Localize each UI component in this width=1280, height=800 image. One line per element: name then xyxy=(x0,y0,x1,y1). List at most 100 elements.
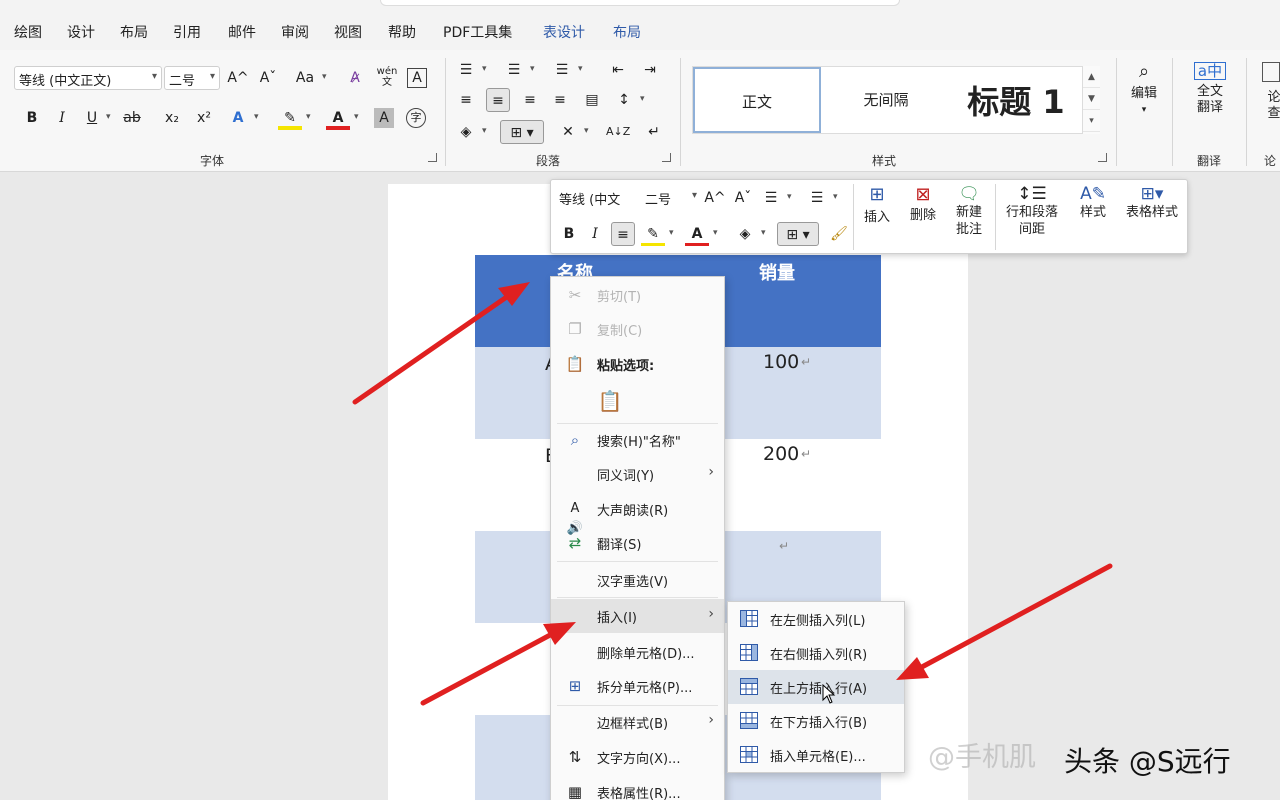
mini-insert-button[interactable]: ⊞ 插入 xyxy=(857,186,897,226)
decrease-indent-icon[interactable]: ⇤ xyxy=(606,58,630,82)
italic-button[interactable]: I xyxy=(583,222,607,246)
format-painter-icon[interactable]: 🖌 xyxy=(827,222,851,246)
chevron-down-icon[interactable]: ▾ xyxy=(787,192,792,202)
font-size-combo[interactable]: 二号 ▾ xyxy=(164,66,220,90)
menu-item-copy[interactable]: ❐ 复制(C) xyxy=(551,312,724,346)
tab-pdf-tools[interactable]: PDF工具集 xyxy=(443,22,512,42)
edit-button[interactable]: ⌕ 编辑 ▾ xyxy=(1124,63,1164,118)
submenu-item-insert-col-right[interactable]: 在右侧插入列(R) xyxy=(728,636,904,670)
chevron-down-icon[interactable]: ▾ xyxy=(530,64,535,74)
mini-new-comment-button[interactable]: 🗨 新建 批注 xyxy=(949,186,989,238)
chevron-down-icon[interactable]: ▾ xyxy=(713,228,718,238)
chevron-down-icon[interactable]: ▾ xyxy=(482,126,487,136)
menu-item-split-cells[interactable]: ⊞ 拆分单元格(P)... xyxy=(551,669,724,703)
font-color-icon[interactable]: A xyxy=(326,106,350,130)
chevron-down-icon[interactable]: ▾ xyxy=(482,64,487,74)
thesis-button[interactable]: 论 查 xyxy=(1262,62,1280,122)
menu-item-border-styles[interactable]: 边框样式(B) › xyxy=(551,705,724,739)
submenu-item-insert-col-left[interactable]: 在左侧插入列(L) xyxy=(728,602,904,636)
bullets-icon[interactable]: ☰ xyxy=(759,186,783,210)
chevron-down-icon[interactable]: ▾ xyxy=(640,94,645,104)
style-no-spacing[interactable]: 无间隔 xyxy=(821,67,951,133)
align-center-icon[interactable]: ≡ xyxy=(486,88,510,112)
tab-help[interactable]: 帮助 xyxy=(388,22,416,42)
text-effects-icon[interactable]: A xyxy=(226,106,250,130)
borders-button[interactable]: ⊞ ▾ xyxy=(500,120,544,144)
font-dialog-launcher-icon[interactable] xyxy=(428,153,437,162)
menu-item-hanzi-reconvert[interactable]: 汉字重选(V) xyxy=(551,563,724,597)
highlight-icon[interactable]: ✎ xyxy=(278,106,302,130)
shading-icon[interactable]: ◈ xyxy=(454,120,478,144)
chevron-down-icon[interactable]: ▾ xyxy=(354,112,359,122)
chevron-down-icon[interactable]: ▾ xyxy=(584,126,589,136)
numbering-icon[interactable]: ☰ xyxy=(805,186,829,210)
shrink-font-button[interactable]: Aˇ xyxy=(256,66,280,90)
submenu-item-insert-cells[interactable]: 插入单元格(E)... xyxy=(728,738,904,772)
full-translate-button[interactable]: a中 全文 翻译 xyxy=(1186,62,1234,116)
submenu-item-insert-row-above[interactable]: 在上方插入行(A) xyxy=(728,670,904,704)
menu-item-table-properties[interactable]: ▦ 表格属性(R)... xyxy=(551,775,724,800)
menu-item-text-direction[interactable]: ⇅ 文字方向(X)... xyxy=(551,740,724,774)
mini-font-size-combo[interactable]: 二号 ▾ xyxy=(641,186,701,210)
chevron-down-icon[interactable]: ▾ xyxy=(578,64,583,74)
chinese-layout-icon[interactable]: ✕ xyxy=(556,120,580,144)
tab-table-design[interactable]: 表设计 xyxy=(543,22,585,42)
mini-table-styles-button[interactable]: ⊞▾ 表格样式 xyxy=(1121,186,1183,221)
underline-button[interactable]: U xyxy=(80,106,104,130)
clear-formatting-icon[interactable]: A̷ xyxy=(343,66,367,90)
strikethrough-button[interactable]: ab xyxy=(120,106,144,130)
change-case-button[interactable]: Aa xyxy=(290,66,320,90)
font-color-icon[interactable]: A xyxy=(685,222,709,246)
menu-item-read-aloud[interactable]: A🔊 大声朗读(R) xyxy=(551,492,724,536)
shading-icon[interactable]: ◈ xyxy=(733,222,757,246)
menu-item-delete-cells[interactable]: 删除单元格(D)... xyxy=(551,635,724,669)
chevron-down-icon[interactable]: ▾ xyxy=(761,228,766,238)
more-styles-icon[interactable]: ▾ xyxy=(1083,110,1100,132)
chevron-down-icon[interactable]: ▾ xyxy=(106,112,111,122)
bold-button[interactable]: B xyxy=(20,106,44,130)
tab-mailings[interactable]: 邮件 xyxy=(228,22,256,42)
menu-item-cut[interactable]: ✂ 剪切(T) xyxy=(551,278,724,312)
char-border-icon[interactable]: A xyxy=(407,68,427,88)
borders-button[interactable]: ⊞ ▾ xyxy=(777,222,819,246)
chevron-down-icon[interactable]: ▾ xyxy=(254,112,259,122)
grow-font-button[interactable]: A^ xyxy=(226,66,250,90)
menu-item-insert[interactable]: 插入(I) › xyxy=(551,599,724,633)
align-left-icon[interactable]: ≡ xyxy=(454,88,478,112)
bullets-icon[interactable]: ☰ xyxy=(454,58,478,82)
bold-button[interactable]: B xyxy=(557,222,581,246)
tab-draw[interactable]: 绘图 xyxy=(14,22,42,42)
align-center-icon[interactable]: ≡ xyxy=(611,222,635,246)
multilevel-list-icon[interactable]: ☰ xyxy=(550,58,574,82)
mini-styles-button[interactable]: A✎ 样式 xyxy=(1073,186,1113,221)
tab-design[interactable]: 设计 xyxy=(67,22,95,42)
align-right-icon[interactable]: ≡ xyxy=(518,88,542,112)
shrink-font-button[interactable]: Aˇ xyxy=(731,186,755,210)
distributed-icon[interactable]: ▤ xyxy=(580,88,604,112)
chevron-down-icon[interactable]: ▾ xyxy=(306,112,311,122)
menu-item-search[interactable]: ⌕ 搜索(H)"名称" xyxy=(551,423,724,457)
grow-font-button[interactable]: A^ xyxy=(703,186,727,210)
highlight-icon[interactable]: ✎ xyxy=(641,222,665,246)
chevron-up-icon[interactable]: ▲ xyxy=(1083,66,1100,88)
enclose-char-icon[interactable]: 字 xyxy=(406,108,426,128)
tab-table-layout[interactable]: 布局 xyxy=(613,22,641,42)
show-marks-icon[interactable]: ↵ xyxy=(642,120,666,144)
tab-review[interactable]: 审阅 xyxy=(281,22,309,42)
superscript-button[interactable]: x² xyxy=(192,106,216,130)
char-shading-icon[interactable]: A xyxy=(374,108,394,128)
paragraph-dialog-launcher-icon[interactable] xyxy=(662,153,671,162)
tab-layout[interactable]: 布局 xyxy=(120,22,148,42)
chevron-down-icon[interactable]: ▾ xyxy=(833,192,838,202)
styles-gallery-scroll[interactable]: ▲ ▼ ▾ xyxy=(1082,66,1100,134)
chevron-down-icon[interactable]: ▼ xyxy=(1083,88,1100,110)
justify-icon[interactable]: ≡ xyxy=(548,88,572,112)
submenu-item-insert-row-below[interactable]: 在下方插入行(B) xyxy=(728,704,904,738)
numbering-icon[interactable]: ☰ xyxy=(502,58,526,82)
increase-indent-icon[interactable]: ⇥ xyxy=(638,58,662,82)
sort-icon[interactable]: A↓Z xyxy=(606,120,630,144)
style-heading-1[interactable]: 标题 1 xyxy=(951,67,1081,133)
mini-spacing-button[interactable]: ↕☰ 行和段落 间距 xyxy=(999,186,1065,238)
menu-item-synonyms[interactable]: 同义词(Y) › xyxy=(551,457,724,491)
mini-delete-button[interactable]: ⊠ 删除 xyxy=(903,186,943,224)
